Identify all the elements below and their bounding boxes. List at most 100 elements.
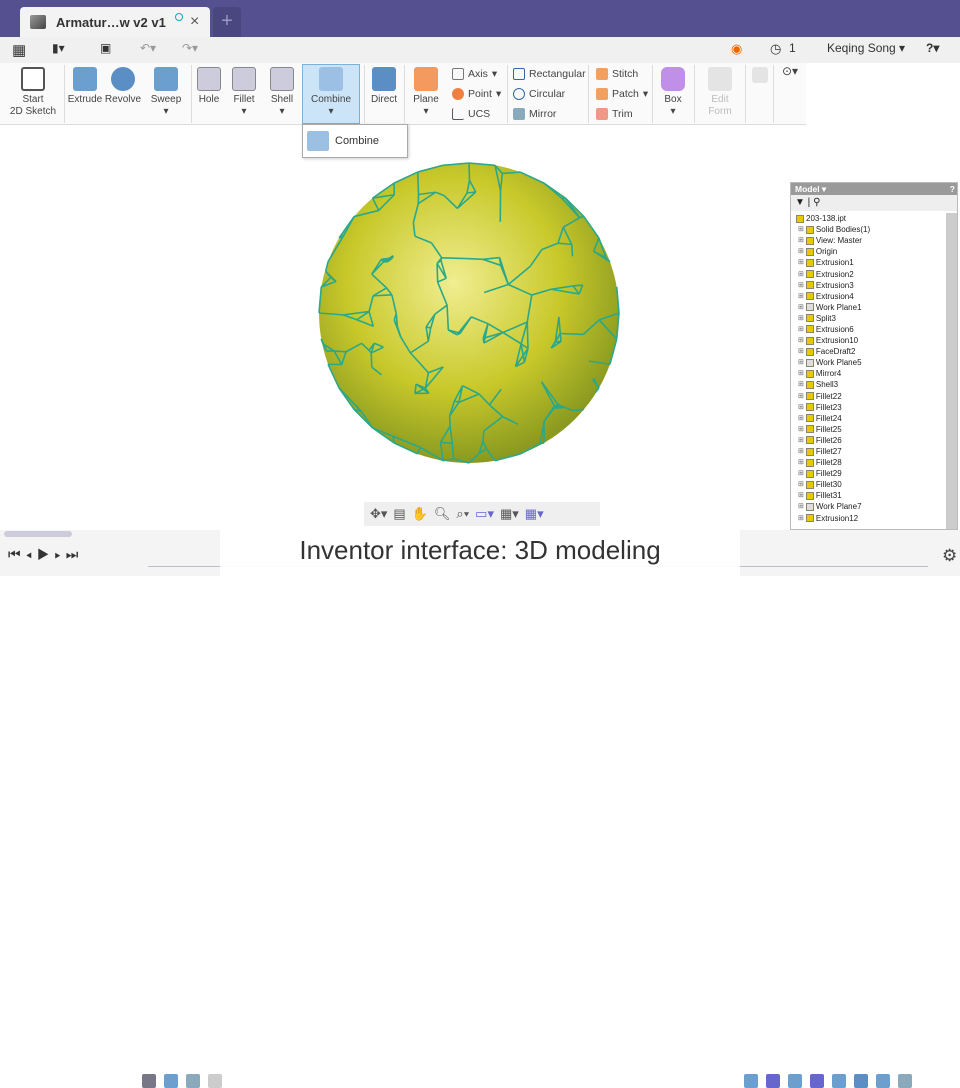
tree-item[interactable]: ⊞Fillet22 [794, 391, 945, 402]
close-tab-button[interactable]: × [190, 13, 199, 31]
tree-item[interactable]: ⊞View: Master [794, 235, 945, 246]
mirror-button[interactable]: Mirror [513, 108, 556, 120]
box-button[interactable]: Box▾ [656, 65, 690, 118]
visual-style-icon[interactable]: ▦▾ [500, 506, 519, 522]
browser-scrollbar[interactable] [946, 213, 957, 529]
start-2d-sketch-button[interactable]: Start2D Sketch [5, 65, 61, 118]
viewport-layout-icon[interactable]: ▦▾ [525, 506, 544, 522]
settings-gear-icon[interactable]: ⚙ [942, 546, 957, 566]
timeline-feature-icon[interactable] [744, 1074, 758, 1088]
edit-form-button[interactable]: EditForm [698, 65, 742, 118]
timeline-feature-icon[interactable] [142, 1074, 156, 1088]
tree-item[interactable]: 203-138.ipt [794, 213, 945, 224]
tree-item[interactable]: ⊞FaceDraft2 [794, 346, 945, 357]
tree-item[interactable]: ⊞Work Plane5 [794, 357, 945, 368]
pan-hand-icon[interactable]: ✋ [412, 506, 428, 522]
tree-item-label: Extrusion4 [816, 291, 854, 302]
timeline-feature-icon[interactable] [810, 1074, 824, 1088]
tree-item[interactable]: ⊞Origin [794, 246, 945, 257]
tree-item[interactable]: ⊞Fillet28 [794, 457, 945, 468]
tree-item[interactable]: ⊞Extrusion4 [794, 291, 945, 302]
fillet-button[interactable]: Fillet▾ [229, 65, 259, 118]
play-icon[interactable]: ▶ [37, 546, 55, 562]
zoom-icon[interactable]: 🔍︎ [434, 506, 451, 522]
record-icon[interactable]: ◉ [731, 41, 742, 57]
ucs-button[interactable]: UCS [452, 108, 490, 120]
tree-item[interactable]: ⊞Extrusion1 [794, 257, 945, 268]
help-icon[interactable]: ? [950, 183, 955, 195]
label: 2D Sketch [10, 106, 56, 117]
tree-item[interactable]: ⊞Mirror4 [794, 368, 945, 379]
tree-item[interactable]: ⊞Extrusion6 [794, 324, 945, 335]
shell-button[interactable]: Shell▾ [267, 65, 297, 118]
go-to-start-icon[interactable]: ⏮ [8, 546, 26, 562]
trim-button[interactable]: Trim [596, 108, 633, 120]
look-at-icon[interactable]: ▤ [393, 506, 405, 522]
model-viewport[interactable] [296, 128, 646, 498]
horizontal-scrollbar[interactable] [4, 531, 72, 537]
tree-item[interactable]: ⊞Fillet26 [794, 435, 945, 446]
timeline-feature-icon[interactable] [854, 1074, 868, 1088]
zoom-window-icon[interactable]: ⌕▾ [456, 506, 469, 522]
tree-item[interactable]: ⊞Extrusion10 [794, 335, 945, 346]
go-to-end-icon[interactable]: ⏭ [66, 546, 84, 562]
timeline-feature-icon[interactable] [186, 1074, 200, 1088]
timeline-feature-icon[interactable] [164, 1074, 178, 1088]
tree-item[interactable]: ⊞Extrusion2 [794, 268, 945, 279]
undo-icon[interactable]: ↶▾ [140, 41, 156, 55]
plane-button[interactable]: Plane▾ [408, 65, 444, 118]
document-tab[interactable]: Armatur…w v2 v1 × [20, 7, 210, 37]
help-menu[interactable]: ?▾ [926, 41, 939, 55]
step-back-icon[interactable]: ◂ [26, 546, 37, 562]
timeline-feature-icon[interactable] [832, 1074, 846, 1088]
point-button[interactable]: Point ▾ [452, 88, 501, 100]
tree-item[interactable]: ⊞Fillet25 [794, 424, 945, 435]
tree-item-label: Fillet27 [816, 446, 842, 457]
file-menu-icon[interactable]: ▮▾ [52, 41, 65, 55]
timeline-feature-icon[interactable] [766, 1074, 780, 1088]
tree-item[interactable]: ⊞Extrusion12 [794, 513, 945, 524]
display-icon[interactable]: ▭▾ [475, 506, 494, 522]
combine-button[interactable]: Combine▾ [302, 64, 360, 124]
revolve-button[interactable]: Revolve [104, 65, 142, 106]
apps-grid-icon[interactable]: ▦ [12, 41, 26, 59]
tree-item[interactable]: ⊞Solid Bodies(1) [794, 224, 945, 235]
stitch-button[interactable]: Stitch [596, 68, 638, 80]
convert-button[interactable] [750, 65, 770, 86]
direct-button[interactable]: Direct [367, 65, 401, 106]
new-tab-button[interactable]: + [213, 7, 241, 37]
feature-icon [806, 370, 814, 378]
user-menu[interactable]: Keqing Song ▾ [827, 41, 905, 55]
orbit-icon[interactable]: ✥▾ [370, 506, 387, 522]
filter-icon[interactable]: ▼ [795, 197, 805, 208]
rectangular-pattern-button[interactable]: Rectangular [513, 68, 586, 80]
timeline-feature-icon[interactable] [208, 1074, 222, 1088]
browser-header[interactable]: Model ▾? [791, 183, 957, 195]
tree-item[interactable]: ⊞Work Plane1 [794, 302, 945, 313]
tree-item[interactable]: ⊞Fillet30 [794, 479, 945, 490]
tree-item[interactable]: ⊞Fillet23 [794, 402, 945, 413]
tree-item[interactable]: ⊞Fillet31 [794, 490, 945, 501]
tree-item[interactable]: ⊞Extrusion3 [794, 280, 945, 291]
tree-item[interactable]: ⊞Work Plane7 [794, 501, 945, 512]
patch-button[interactable]: Patch ▾ [596, 88, 648, 100]
tree-item[interactable]: ⊞Fillet27 [794, 446, 945, 457]
timeline-feature-icon[interactable] [876, 1074, 890, 1088]
find-binoculars-icon[interactable]: ⚲ [813, 197, 820, 208]
tree-item[interactable]: ⊞Fillet29 [794, 468, 945, 479]
tree-item[interactable]: ⊞Fillet24 [794, 413, 945, 424]
tree-item[interactable]: ⊞Shell3 [794, 379, 945, 390]
hole-button[interactable]: Hole [194, 65, 224, 106]
redo-icon[interactable]: ↷▾ [182, 41, 198, 55]
tree-item[interactable]: ⊞Split3 [794, 313, 945, 324]
more-options-button[interactable]: ⊙▾ [777, 65, 803, 77]
save-icon[interactable]: ▣ [100, 41, 111, 55]
step-forward-icon[interactable]: ▸ [54, 546, 65, 562]
sweep-button[interactable]: Sweep▾ [148, 65, 184, 118]
jobs-clock-icon[interactable]: ◷ [770, 41, 781, 57]
axis-button[interactable]: Axis ▾ [452, 68, 497, 80]
extrude-button[interactable]: Extrude [67, 65, 103, 106]
timeline-feature-icon[interactable] [788, 1074, 802, 1088]
timeline-feature-icon[interactable] [898, 1074, 912, 1088]
circular-pattern-button[interactable]: Circular [513, 88, 565, 100]
